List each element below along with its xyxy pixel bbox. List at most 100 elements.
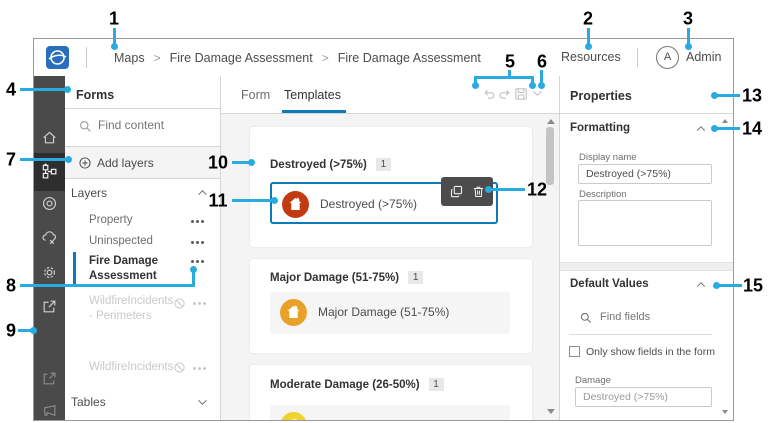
template-item-moderate-damage[interactable]: Moderate Damage (26-50%) [270,405,510,420]
only-show-fields-checkbox[interactable] [569,346,580,357]
esri-globe-icon [48,50,67,65]
undo-icon[interactable] [482,87,496,101]
scroll-up-arrow-icon[interactable] [722,119,728,123]
find-fields-input[interactable] [598,310,702,324]
callout-line [490,188,525,191]
left-nav [34,76,65,420]
callout-dot [472,82,479,89]
find-fields-search[interactable] [560,308,733,330]
only-show-fields-label: Only show fields in the form [586,346,715,358]
basemap-section-header[interactable]: Basemap [65,420,220,421]
find-content-search[interactable] [65,109,220,146]
callout-dot [529,82,536,89]
template-label: Major Damage (51-75%) [318,305,450,319]
add-layers-label: Add layers [97,156,154,170]
tab-templates[interactable]: Templates [284,88,341,102]
layer-row-property[interactable]: Property [65,212,220,230]
layer-options-icon[interactable] [191,220,204,223]
tables-section-label: Tables [71,395,106,409]
group-count-badge: 1 [375,158,391,171]
open-in-app-icon[interactable] [41,370,58,387]
layer-name: Property [89,214,133,226]
offline-areas-icon[interactable] [41,229,58,246]
description-textarea[interactable] [578,200,712,246]
settings-icon[interactable] [41,264,58,281]
resources-link[interactable]: Resources [561,50,621,64]
divider [560,113,733,114]
add-layers-button[interactable]: Add layers [65,147,220,179]
callout-line [232,199,272,202]
forms-panel-title: Forms [76,88,115,102]
callout-number-3: 3 [682,8,694,29]
callout-dot [64,86,71,93]
callout-number-8: 8 [5,275,17,296]
description-label: Description [579,189,627,200]
section-divider [560,262,733,271]
template-group-moderate-damage: Moderate Damage (26-50%) 1 Moderate Damag… [249,364,533,420]
scroll-up-arrow-icon[interactable] [547,119,555,124]
callout-line [716,127,740,130]
header-divider [86,47,87,68]
layer-options-icon[interactable] [191,241,204,244]
avatar[interactable]: A [656,46,679,69]
forms-panel: Forms Add layers Layers Property [65,76,221,421]
redo-icon[interactable] [498,87,512,101]
callout-dot [538,82,545,89]
callout-line [113,28,116,44]
callout-dot [30,327,37,334]
layer-options-icon[interactable] [191,260,204,263]
callout-dot [111,43,118,50]
callout-dot [271,197,278,204]
share-icon[interactable] [41,298,58,315]
callout-number-14: 14 [741,118,763,139]
layer-options-icon[interactable] [193,367,206,370]
selected-layer-indicator [73,252,76,286]
geofence-icon[interactable] [41,195,58,212]
template-item-major-damage[interactable]: Major Damage (51-75%) [270,292,510,334]
chevron-down-icon[interactable] [532,90,546,104]
callout-number-9: 9 [5,320,17,341]
damage-value-input[interactable] [575,387,712,407]
callout-line [718,284,742,287]
duplicate-icon[interactable] [450,185,463,198]
callout-dot [65,156,72,163]
search-input[interactable] [96,117,210,133]
layer-row-uninspected[interactable]: Uninspected [65,233,220,251]
layers-section-header[interactable]: Layers [65,184,220,204]
callout-line [192,272,195,284]
admin-menu[interactable]: Admin [686,50,721,64]
home-icon[interactable] [41,129,58,146]
layer-options-icon[interactable] [193,302,206,305]
group-title: Major Damage (51-75%) [270,272,400,284]
group-header: Destroyed (>75%) 1 [270,155,391,173]
search-icon [80,121,91,132]
callout-number-5: 5 [504,51,516,72]
display-name-input[interactable] [578,164,712,184]
app-header: Maps > Fire Damage Assessment > Fire Dam… [34,39,733,77]
layer-row-wildfire-incidents[interactable]: WildfireIncidents [65,359,220,377]
breadcrumb-maps[interactable]: Maps [114,51,145,65]
scrollbar-thumb[interactable] [546,127,554,185]
save-icon[interactable] [514,87,528,101]
tab-form[interactable]: Form [241,88,270,102]
esri-logo[interactable] [46,46,69,69]
search-icon [580,312,591,323]
callout-number-4: 4 [5,79,17,100]
formatting-section-label: Formatting [570,122,631,134]
scroll-down-arrow-icon[interactable] [547,409,555,414]
callout-dot [585,43,592,50]
template-label: Destroyed (>75%) [320,197,418,211]
destroyed-symbol-icon [282,191,309,218]
feedback-icon[interactable] [41,402,58,419]
default-values-section-header[interactable]: Default Values [560,276,733,294]
form-builder-icon[interactable] [41,163,58,180]
scroll-down-arrow-icon[interactable] [722,410,728,414]
layer-row-wildfire-perimeters[interactable]: WildfireIncidents - Perimeters [65,292,220,328]
delete-icon[interactable] [472,185,485,198]
breadcrumb-map-name[interactable]: Fire Damage Assessment [170,51,313,65]
tables-section-header[interactable]: Tables [65,393,220,413]
formatting-section-header[interactable]: Formatting [560,120,733,138]
callout-number-12: 12 [526,179,548,200]
group-count-badge: 1 [428,378,444,391]
callout-number-2: 2 [582,8,594,29]
